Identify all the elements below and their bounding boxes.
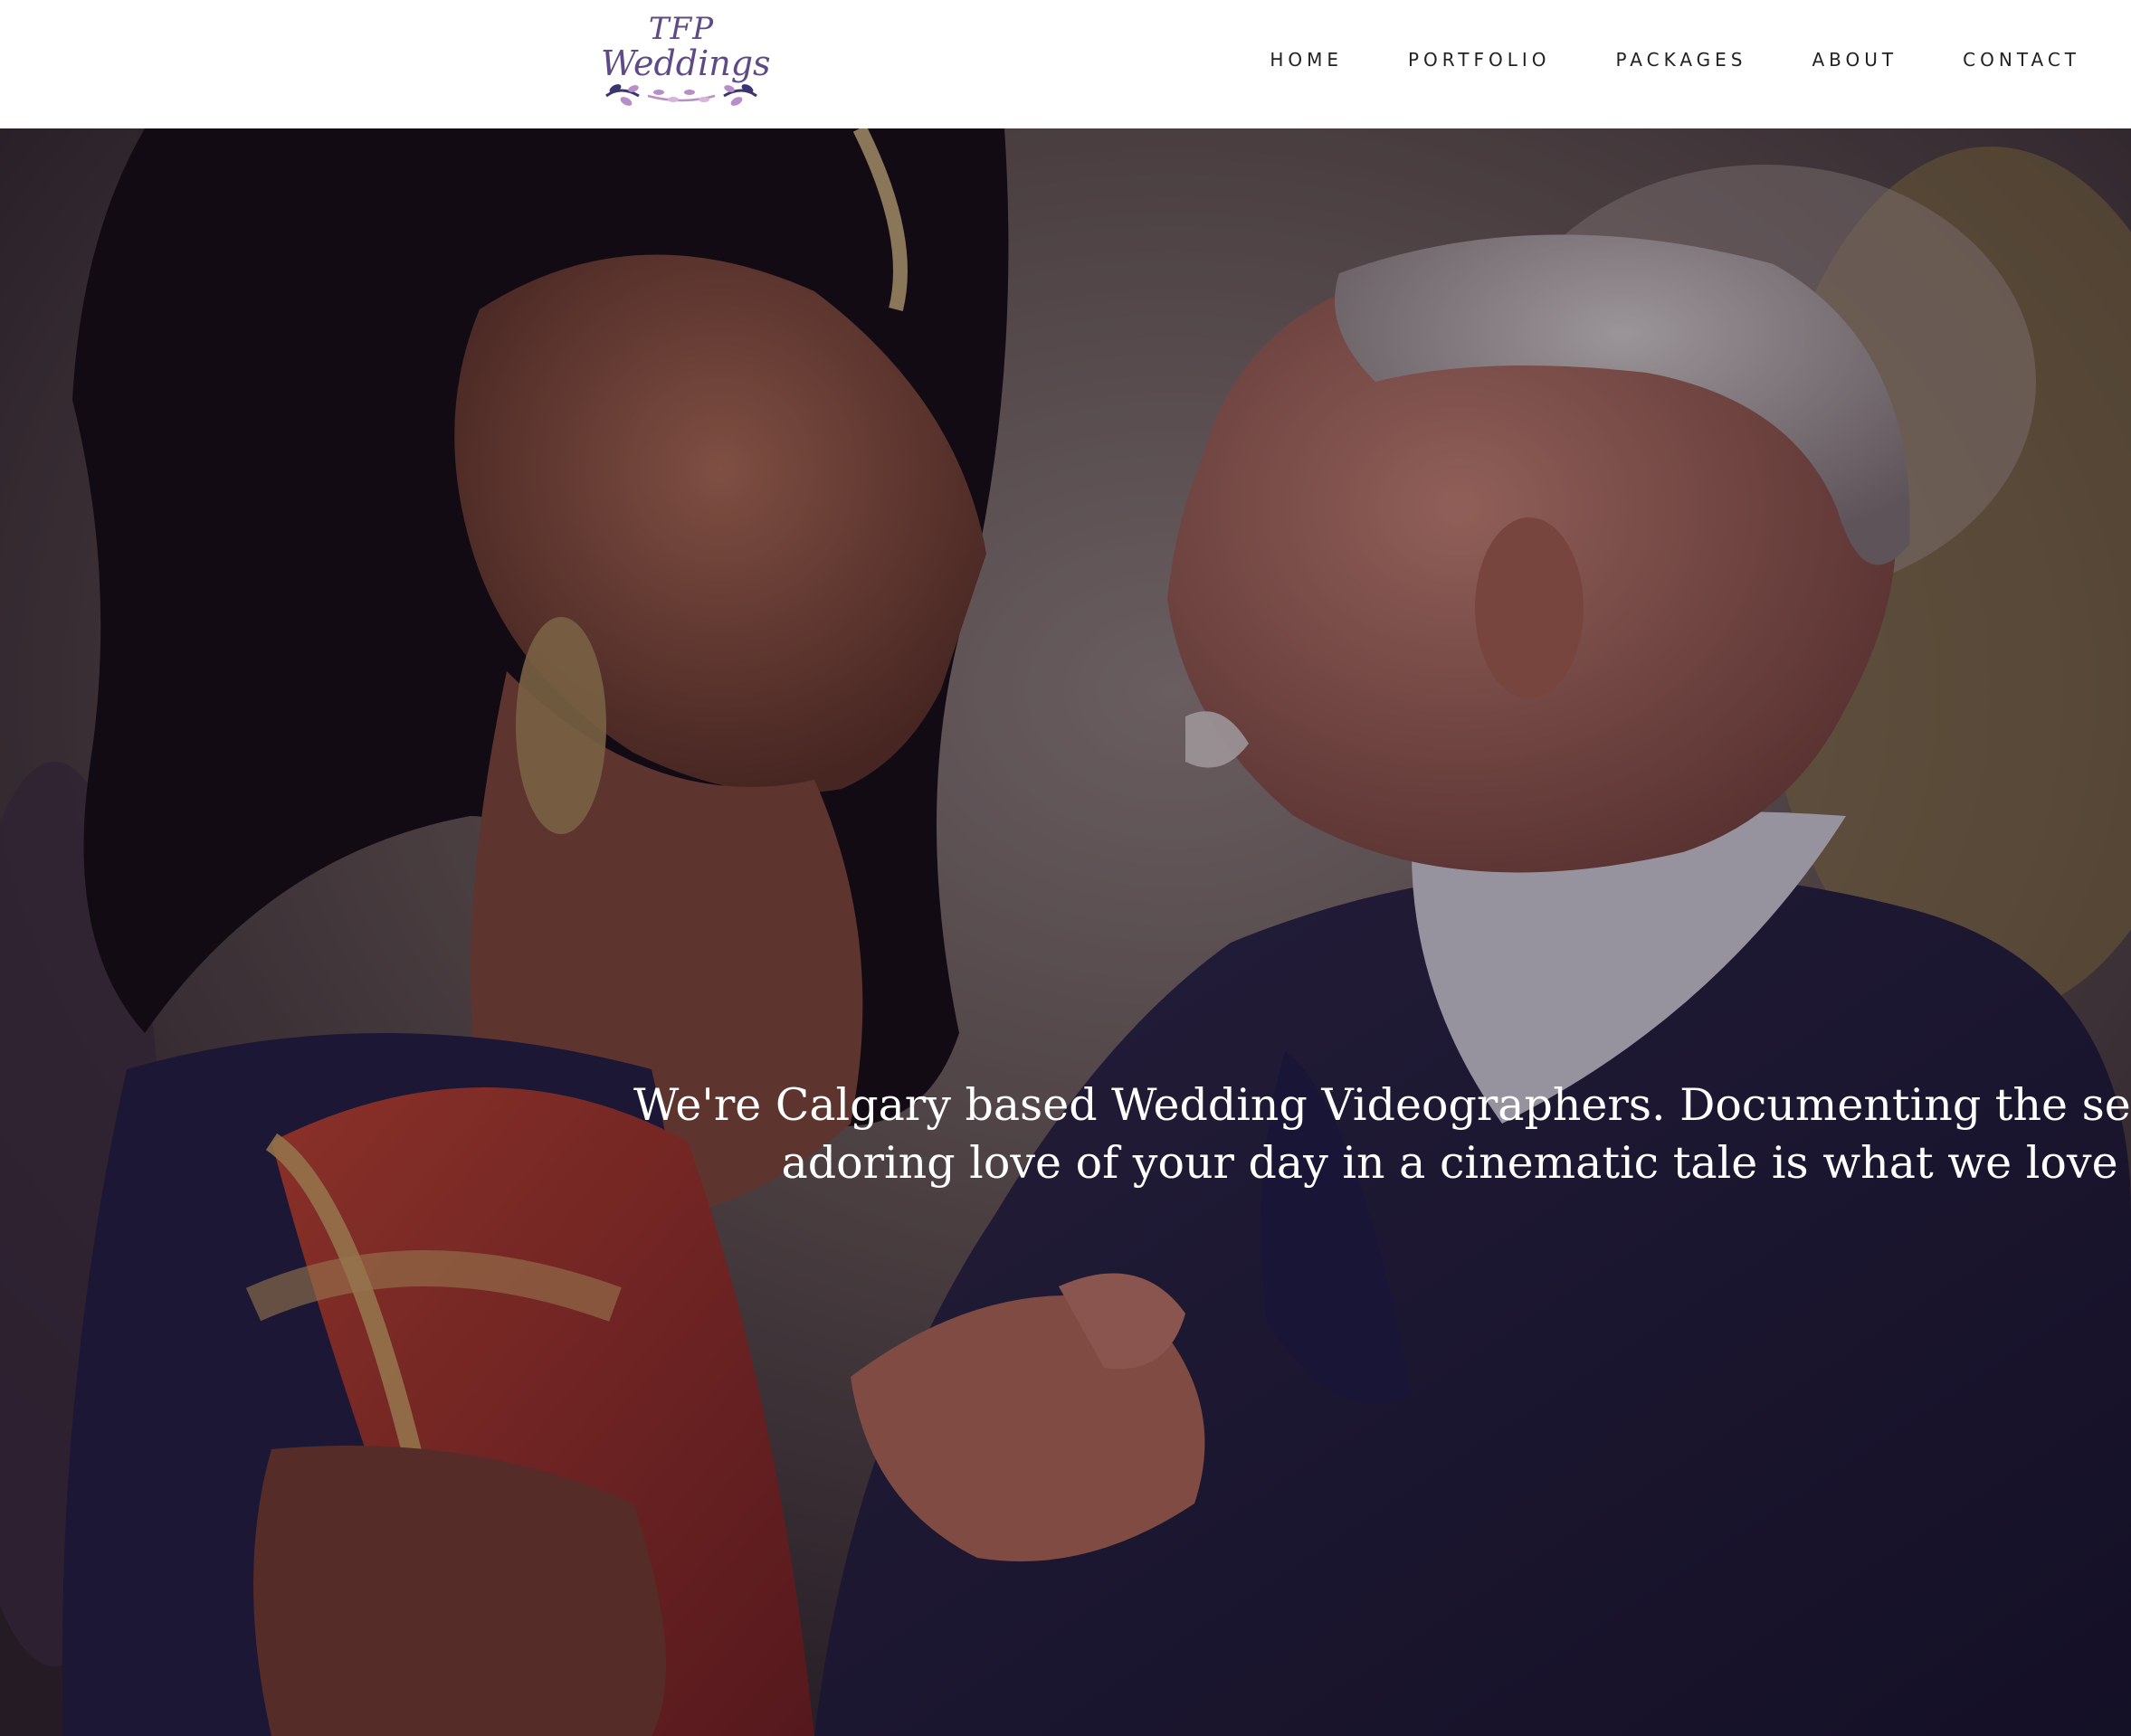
hero-caption-line-2: adoring love of your day in a cinematic … [781, 1137, 2131, 1189]
leaf-wreath-icon [605, 84, 757, 106]
nav-portfolio[interactable]: PORTFOLIO [1408, 43, 1551, 76]
nav-packages[interactable]: PACKAGES [1616, 43, 1747, 76]
main-nav: HOME PORTFOLIO PACKAGES ABOUT CONTACT [1270, 43, 2080, 76]
hero-darken-overlay [0, 128, 2131, 1736]
hero-caption: We're Calgary based Wedding Videographer… [633, 1077, 2131, 1192]
nav-contact[interactable]: CONTACT [1963, 43, 2080, 76]
nav-about[interactable]: ABOUT [1812, 43, 1898, 76]
site-header: TFP Weddings HOME PORTFOLIO PACKAGES ABO… [0, 0, 2131, 128]
nav-home[interactable]: HOME [1270, 43, 1343, 76]
site-logo[interactable]: TFP Weddings [601, 9, 771, 116]
hero-caption-line-1: We're Calgary based Wedding Videographer… [633, 1079, 2131, 1131]
hero-section: We're Calgary based Wedding Videographer… [0, 128, 2131, 1736]
logo-text-top: TFP [648, 11, 715, 47]
